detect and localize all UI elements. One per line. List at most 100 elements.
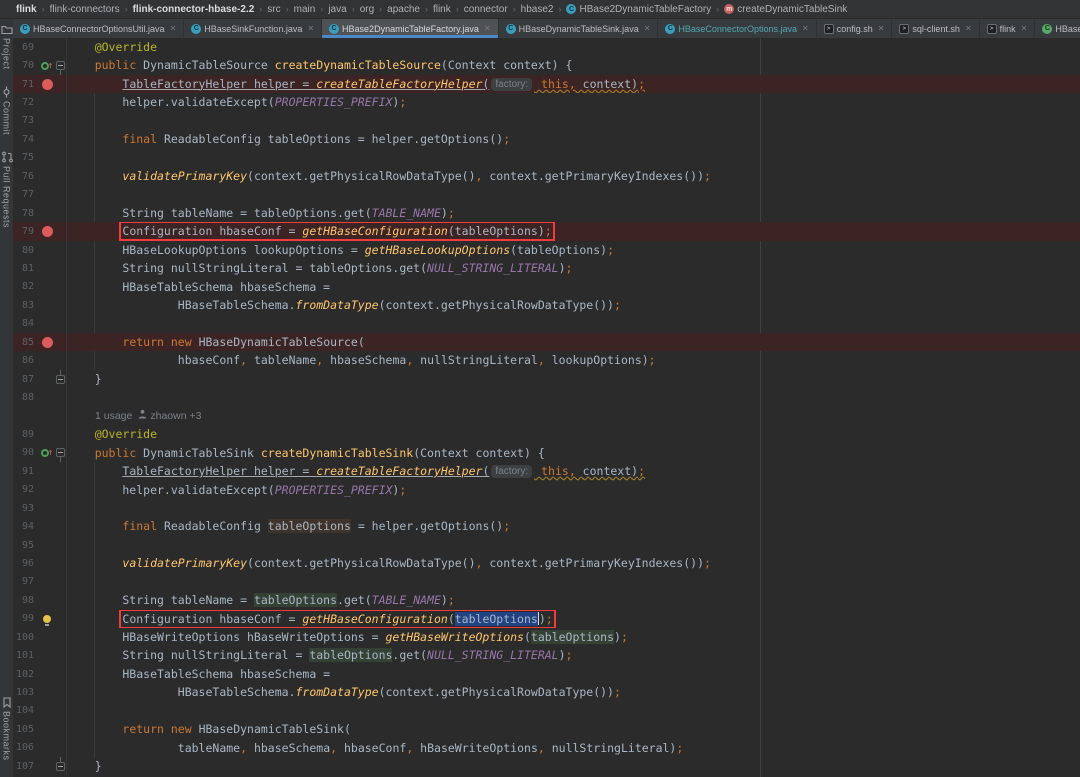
code-line[interactable]: 79 Configuration hbaseConf = getHBaseCon… — [13, 222, 1080, 240]
breadcrumb-item[interactable]: org — [360, 4, 374, 15]
code-line[interactable]: 73 — [13, 112, 1080, 130]
breadcrumb-item[interactable]: CHBase2DynamicTableFactory — [566, 4, 711, 15]
code-line[interactable]: 69 @Override — [13, 38, 1080, 56]
line-number[interactable]: 86 — [13, 355, 39, 366]
line-number[interactable]: 80 — [13, 245, 39, 256]
breadcrumb-item[interactable]: hbase2 — [521, 4, 554, 15]
sidebar-item-commit[interactable]: Commit — [1, 86, 12, 135]
code-line[interactable]: 101 String nullStringLiteral = tableOpti… — [13, 646, 1080, 664]
line-number[interactable]: 75 — [13, 152, 39, 163]
line-number[interactable]: 78 — [13, 208, 39, 219]
code-line[interactable]: 85 return new HBaseDynamicTableSource( — [13, 333, 1080, 351]
line-number[interactable]: 70 — [13, 60, 39, 71]
line-number[interactable]: 93 — [13, 503, 39, 514]
breakpoint-icon[interactable] — [42, 226, 53, 237]
breadcrumb-item[interactable]: flink — [433, 4, 451, 15]
fold-marker-icon[interactable] — [56, 762, 65, 771]
line-number[interactable]: 101 — [13, 650, 39, 661]
code-line[interactable]: 106 tableName, hbaseSchema, hbaseConf, h… — [13, 739, 1080, 757]
line-number[interactable]: 81 — [13, 263, 39, 274]
tab-close-icon[interactable]: ✕ — [802, 24, 809, 33]
line-number[interactable]: 92 — [13, 484, 39, 495]
tab-close-icon[interactable]: ✕ — [644, 24, 651, 33]
tab-close-icon[interactable]: ✕ — [1021, 24, 1028, 33]
breadcrumb-item[interactable]: flink — [16, 4, 37, 15]
line-number[interactable]: 105 — [13, 724, 39, 735]
code-line[interactable]: 105 return new HBaseDynamicTableSink( — [13, 720, 1080, 738]
line-number[interactable]: 73 — [13, 115, 39, 126]
code-line[interactable]: 107 } — [13, 757, 1080, 775]
code-line[interactable]: 82 HBaseTableSchema hbaseSchema = — [13, 278, 1080, 296]
line-number[interactable]: 100 — [13, 632, 39, 643]
line-number[interactable]: 107 — [13, 761, 39, 772]
code-line[interactable]: 93 — [13, 499, 1080, 517]
code-line[interactable]: 92 helper.validateExcept(PROPERTIES_PREF… — [13, 481, 1080, 499]
line-number[interactable]: 96 — [13, 558, 39, 569]
code-line[interactable]: 98 String tableName = tableOptions.get(T… — [13, 591, 1080, 609]
sidebar-item-pull-requests[interactable]: Pull Requests — [1, 151, 13, 228]
tab-HBaseConfiguration.class[interactable]: CHBaseConfiguration.class✕ — [1035, 19, 1080, 38]
line-number[interactable]: 79 — [13, 226, 39, 237]
code-line[interactable]: 100 HBaseWriteOptions hBaseWriteOptions … — [13, 628, 1080, 646]
breadcrumb-item[interactable]: connector — [464, 4, 508, 15]
code-line[interactable]: 70↑ public DynamicTableSource createDyna… — [13, 56, 1080, 74]
line-number[interactable]: 88 — [13, 392, 39, 403]
line-number[interactable]: 98 — [13, 595, 39, 606]
fold-marker-icon[interactable] — [56, 448, 65, 457]
code-line[interactable]: 74 final ReadableConfig tableOptions = h… — [13, 130, 1080, 148]
code-editor[interactable]: 69 @Override70↑ public DynamicTableSourc… — [13, 38, 1080, 777]
code-line[interactable]: 91 TableFactoryHelper helper = createTab… — [13, 462, 1080, 480]
code-line[interactable]: 71 TableFactoryHelper helper = createTab… — [13, 75, 1080, 93]
code-line[interactable]: 87 } — [13, 370, 1080, 388]
tab-flink[interactable]: >flink✕ — [980, 19, 1036, 38]
breakpoint-icon[interactable] — [42, 337, 53, 348]
breakpoint-icon[interactable] — [42, 79, 53, 90]
line-number[interactable]: 94 — [13, 521, 39, 532]
tab-HBase2DynamicTableFactory.java[interactable]: CHBase2DynamicTableFactory.java✕ — [322, 19, 499, 38]
line-number[interactable]: 103 — [13, 687, 39, 698]
tab-HBaseDynamicTableSink.java[interactable]: CHBaseDynamicTableSink.java✕ — [499, 19, 659, 38]
override-method-icon[interactable]: ↑ — [41, 62, 53, 70]
code-line[interactable]: 83 HBaseTableSchema.fromDataType(context… — [13, 296, 1080, 314]
code-line[interactable]: 97 — [13, 573, 1080, 591]
line-number[interactable]: 71 — [13, 79, 39, 90]
sidebar-item-project[interactable]: Project — [1, 24, 13, 70]
line-number[interactable]: 76 — [13, 171, 39, 182]
breadcrumb-item[interactable]: mcreateDynamicTableSink — [724, 4, 847, 15]
code-line[interactable]: 102 HBaseTableSchema hbaseSchema = — [13, 665, 1080, 683]
code-line[interactable]: 104 — [13, 702, 1080, 720]
line-number[interactable]: 77 — [13, 189, 39, 200]
line-number[interactable]: 97 — [13, 576, 39, 587]
code-line[interactable]: 81 String nullStringLiteral = tableOptio… — [13, 259, 1080, 277]
line-number[interactable]: 106 — [13, 742, 39, 753]
tab-close-icon[interactable]: ✕ — [878, 24, 885, 33]
tab-HBaseConnectorOptionsUtil.java[interactable]: CHBaseConnectorOptionsUtil.java✕ — [13, 19, 184, 38]
code-line[interactable]: 76 validatePrimaryKey(context.getPhysica… — [13, 167, 1080, 185]
line-number[interactable]: 89 — [13, 429, 39, 440]
line-number[interactable]: 99 — [13, 613, 39, 624]
code-line[interactable]: 94 final ReadableConfig tableOptions = h… — [13, 517, 1080, 535]
line-number[interactable]: 84 — [13, 318, 39, 329]
tab-close-icon[interactable]: ✕ — [170, 24, 177, 33]
line-number[interactable]: 72 — [13, 97, 39, 108]
code-line[interactable]: 72 helper.validateExcept(PROPERTIES_PREF… — [13, 93, 1080, 111]
code-line[interactable]: 96 validatePrimaryKey(context.getPhysica… — [13, 554, 1080, 572]
line-number[interactable]: 87 — [13, 374, 39, 385]
code-line[interactable]: 86 hbaseConf, tableName, hbaseSchema, nu… — [13, 351, 1080, 369]
fold-marker-icon[interactable] — [56, 375, 65, 384]
line-number[interactable]: 69 — [13, 42, 39, 53]
tab-close-icon[interactable]: ✕ — [307, 24, 314, 33]
line-number[interactable]: 91 — [13, 466, 39, 477]
code-line[interactable]: 95 — [13, 536, 1080, 554]
breadcrumb-item[interactable]: flink-connector-hbase-2.2 — [133, 4, 255, 15]
override-method-icon[interactable]: ↑ — [41, 449, 53, 457]
code-line[interactable]: 78 String tableName = tableOptions.get(T… — [13, 204, 1080, 222]
fold-marker-icon[interactable] — [56, 61, 65, 70]
code-line[interactable]: 84 — [13, 315, 1080, 333]
tab-config.sh[interactable]: >config.sh✕ — [817, 19, 893, 38]
line-number[interactable]: 82 — [13, 281, 39, 292]
code-line[interactable]: 90↑ public DynamicTableSink createDynami… — [13, 444, 1080, 462]
tab-close-icon[interactable]: ✕ — [484, 24, 491, 33]
breadcrumb-item[interactable]: java — [328, 4, 346, 15]
intention-bulb-icon[interactable] — [43, 615, 51, 623]
